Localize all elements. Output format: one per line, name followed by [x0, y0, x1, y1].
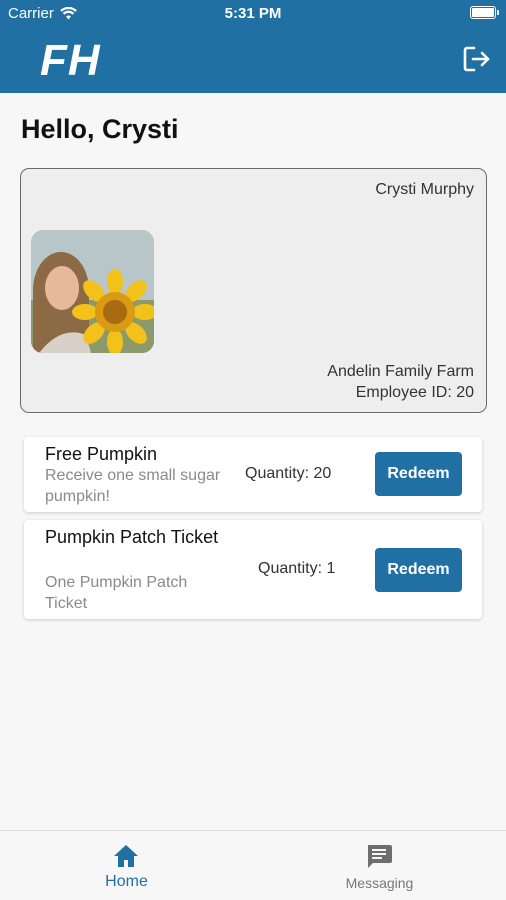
status-time: 5:31 PM	[224, 5, 282, 22]
reward-description: Receive one small sugar pumpkin!	[45, 467, 221, 505]
employee-id: Employee ID: 20	[355, 384, 474, 401]
tab-messaging[interactable]: Messaging	[253, 831, 506, 900]
home-icon	[114, 845, 138, 867]
greeting-heading: Hello, Crysti	[21, 114, 179, 144]
employee-name: Crysti Murphy	[375, 181, 474, 198]
reward-quantity: Quantity: 20	[245, 465, 332, 482]
reward-title: Free Pumpkin	[45, 444, 158, 464]
battery-icon	[470, 6, 499, 19]
redeem-button[interactable]: Redeem	[375, 548, 462, 592]
employee-photo	[31, 230, 154, 353]
redeem-button[interactable]: Redeem	[375, 452, 462, 496]
tab-home-label: Home	[105, 873, 148, 890]
app-logo: FH	[40, 36, 101, 85]
reward-quantity: Quantity: 1	[258, 560, 336, 577]
employee-id-card: Crysti Murphy Andelin Family Farm Employ…	[20, 168, 487, 413]
reward-description: One Pumpkin Patch Ticket	[45, 574, 188, 612]
employee-details: Andelin Family Farm Employee ID: 20	[327, 361, 474, 403]
bottom-tab-bar: Home Messaging	[0, 830, 506, 900]
status-bar: Carrier 5:31 PM	[0, 0, 506, 28]
tab-messaging-label: Messaging	[345, 875, 414, 891]
farm-name: Andelin Family Farm	[327, 363, 474, 380]
reward-item: Free Pumpkin Receive one small sugar pum…	[24, 437, 482, 512]
app-header: Carrier 5:31 PM FH	[0, 0, 506, 93]
tab-home[interactable]: Home	[0, 831, 253, 900]
reward-title: Pumpkin Patch Ticket	[45, 527, 219, 547]
reward-item: Pumpkin Patch Ticket One Pumpkin Patch T…	[24, 520, 482, 619]
logout-icon[interactable]	[462, 45, 492, 73]
message-icon	[368, 845, 392, 868]
